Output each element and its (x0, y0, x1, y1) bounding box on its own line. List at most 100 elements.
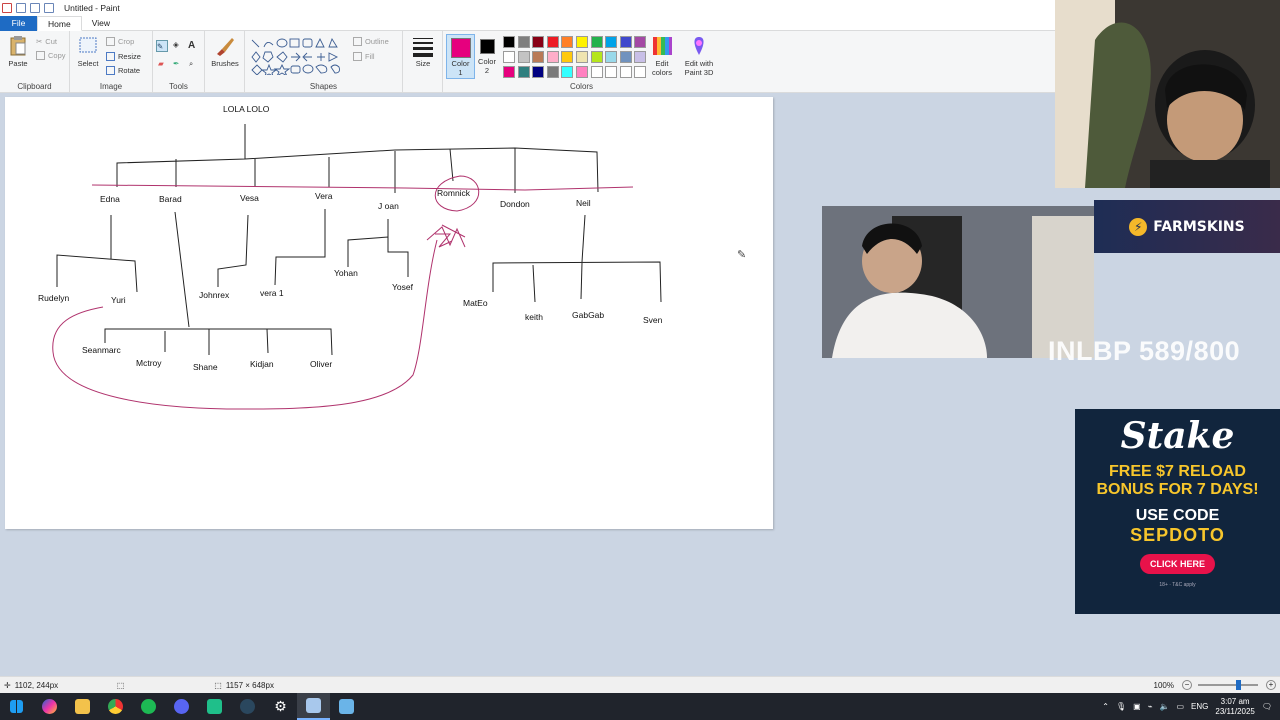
palette-swatch[interactable] (634, 51, 647, 63)
color1-button[interactable]: Color 1 (446, 34, 475, 79)
paste-button[interactable]: Paste (4, 35, 32, 68)
size-button[interactable]: Size (409, 35, 437, 68)
color2-button[interactable]: Color 2 (477, 34, 497, 75)
tree-name-label: MatEo (463, 298, 488, 308)
zoom-slider[interactable] (1198, 680, 1258, 690)
palette-swatch[interactable] (576, 36, 588, 48)
text-tool[interactable]: A (188, 40, 195, 51)
palette-swatch[interactable] (517, 36, 530, 48)
palette-swatch[interactable] (517, 51, 530, 63)
copy-button[interactable]: Copy (36, 51, 66, 60)
palette-swatch[interactable] (532, 36, 545, 48)
copilot-icon[interactable] (33, 693, 66, 720)
ad-code: SEPDOTO (1130, 525, 1225, 545)
bp-counter: INLBP 589/800 (1048, 336, 1241, 366)
chrome-icon[interactable] (99, 693, 132, 720)
palette-swatch[interactable] (561, 36, 574, 48)
tree-name-label: J oan (378, 201, 399, 211)
microphone-icon[interactable]: 🎙 (1116, 702, 1126, 711)
paint-icon[interactable] (297, 693, 330, 720)
palette-swatch[interactable] (532, 66, 545, 78)
app2-icon[interactable] (330, 693, 363, 720)
app-icon[interactable] (198, 693, 231, 720)
palette-swatch[interactable] (634, 36, 647, 48)
display-icon[interactable]: ▣ (1133, 702, 1141, 711)
palette-swatch[interactable] (576, 51, 588, 63)
save-icon[interactable] (16, 3, 26, 13)
tab-home[interactable]: Home (37, 16, 82, 31)
tree-name-label: Rudelyn (38, 293, 70, 303)
zoom-in-button[interactable]: + (1266, 680, 1276, 690)
rotate-button[interactable]: Rotate (106, 66, 140, 75)
click-here-button[interactable]: CLICK HERE (1139, 554, 1215, 574)
fill-tool[interactable]: ◈ (173, 40, 179, 49)
taskbar: ⚙ ⌃ 🎙 ▣ ⌁ 🔈 ▭ ENG 3:07 am 23/11/2025 🗨 (0, 693, 1280, 720)
network-icon[interactable]: ⌁ (1148, 702, 1153, 711)
zoom-out-button[interactable]: − (1182, 680, 1192, 690)
spotify-icon[interactable] (132, 693, 165, 720)
tab-file[interactable]: File (0, 16, 37, 31)
palette-swatch[interactable] (590, 66, 603, 78)
palette-swatch[interactable] (605, 36, 618, 48)
language-indicator[interactable]: ENG (1191, 702, 1208, 711)
speaker-icon[interactable]: 🔈 (1160, 702, 1170, 711)
windows-icon[interactable] (0, 693, 33, 720)
palette-swatch[interactable] (517, 66, 530, 78)
palette-swatch[interactable] (576, 66, 588, 78)
eraser-tool[interactable]: ▰ (158, 59, 164, 68)
tree-name-label: Vera (315, 191, 333, 201)
color-picker-tool[interactable]: ✒ (173, 59, 179, 68)
palette-swatch[interactable] (590, 36, 603, 48)
palette-swatch[interactable] (503, 36, 515, 48)
resize-button[interactable]: Resize (106, 52, 141, 61)
palette-swatch[interactable] (546, 51, 559, 63)
drawing-canvas[interactable]: LOLA LOLO Edna Barad Vesa Vera J oan Romnick Do… (5, 97, 773, 529)
palette-swatch[interactable] (546, 66, 559, 78)
edit-colors-button[interactable]: Edit colors (649, 35, 675, 77)
tools-group: ✎ ◈ A ▰ ✒ ⌕ Tools (153, 31, 205, 93)
system-tray: ⌃ 🎙 ▣ ⌁ 🔈 ▭ ENG 3:07 am 23/11/2025 🗨 (1102, 697, 1280, 717)
palette-swatch[interactable] (546, 36, 559, 48)
undo-icon[interactable] (30, 3, 40, 13)
redo-icon[interactable] (44, 3, 54, 13)
brushes-button[interactable]: Brushes (209, 35, 241, 68)
pencil-tool[interactable]: ✎ (156, 40, 168, 52)
battery-icon[interactable]: ▭ (1176, 702, 1184, 711)
palette-swatch[interactable] (503, 51, 515, 63)
discord-icon[interactable] (165, 693, 198, 720)
tree-name-label: Dondon (500, 199, 530, 209)
fill-icon (353, 52, 362, 61)
palette-swatch[interactable] (532, 51, 545, 63)
tree-name-label: Seanmarc (82, 345, 121, 355)
chevron-up-icon[interactable]: ⌃ (1102, 702, 1109, 711)
tab-view[interactable]: View (82, 16, 120, 31)
palette-swatch[interactable] (561, 51, 574, 63)
shapes-gallery[interactable] (249, 37, 345, 75)
fill-button[interactable]: Fill (353, 52, 375, 61)
palette-swatch[interactable] (605, 66, 618, 78)
palette-swatch[interactable] (590, 51, 603, 63)
paint3d-button[interactable]: Edit with Paint 3D (681, 35, 717, 77)
crop-button[interactable]: Crop (106, 37, 134, 46)
outline-button[interactable]: Outline (353, 37, 389, 46)
select-button[interactable]: Select (75, 35, 101, 68)
farmskins-banner[interactable]: ⚡ FARMSKINS (1094, 200, 1280, 253)
palette-swatch[interactable] (503, 66, 515, 78)
palette-swatch[interactable] (619, 36, 632, 48)
settings-icon[interactable]: ⚙ (264, 693, 297, 720)
size-group: Size (403, 31, 443, 93)
steam-icon[interactable] (231, 693, 264, 720)
palette-swatch[interactable] (619, 66, 632, 78)
clock[interactable]: 3:07 am 23/11/2025 (1215, 697, 1254, 717)
cut-button[interactable]: ✂ Cut (36, 37, 57, 46)
palette-swatch[interactable] (619, 51, 632, 63)
zoom-slider-thumb[interactable] (1236, 680, 1241, 690)
file-explorer-icon[interactable] (66, 693, 99, 720)
magnifier-tool[interactable]: ⌕ (189, 59, 193, 69)
palette-swatch[interactable] (634, 66, 647, 78)
tree-name-label: Yohan (334, 268, 358, 278)
notification-icon[interactable]: 🗨 (1262, 702, 1272, 711)
stake-ad[interactable]: Stake FREE $7 RELOAD BONUS FOR 7 DAYS! U… (1075, 409, 1280, 614)
palette-swatch[interactable] (561, 66, 574, 78)
palette-swatch[interactable] (605, 51, 618, 63)
